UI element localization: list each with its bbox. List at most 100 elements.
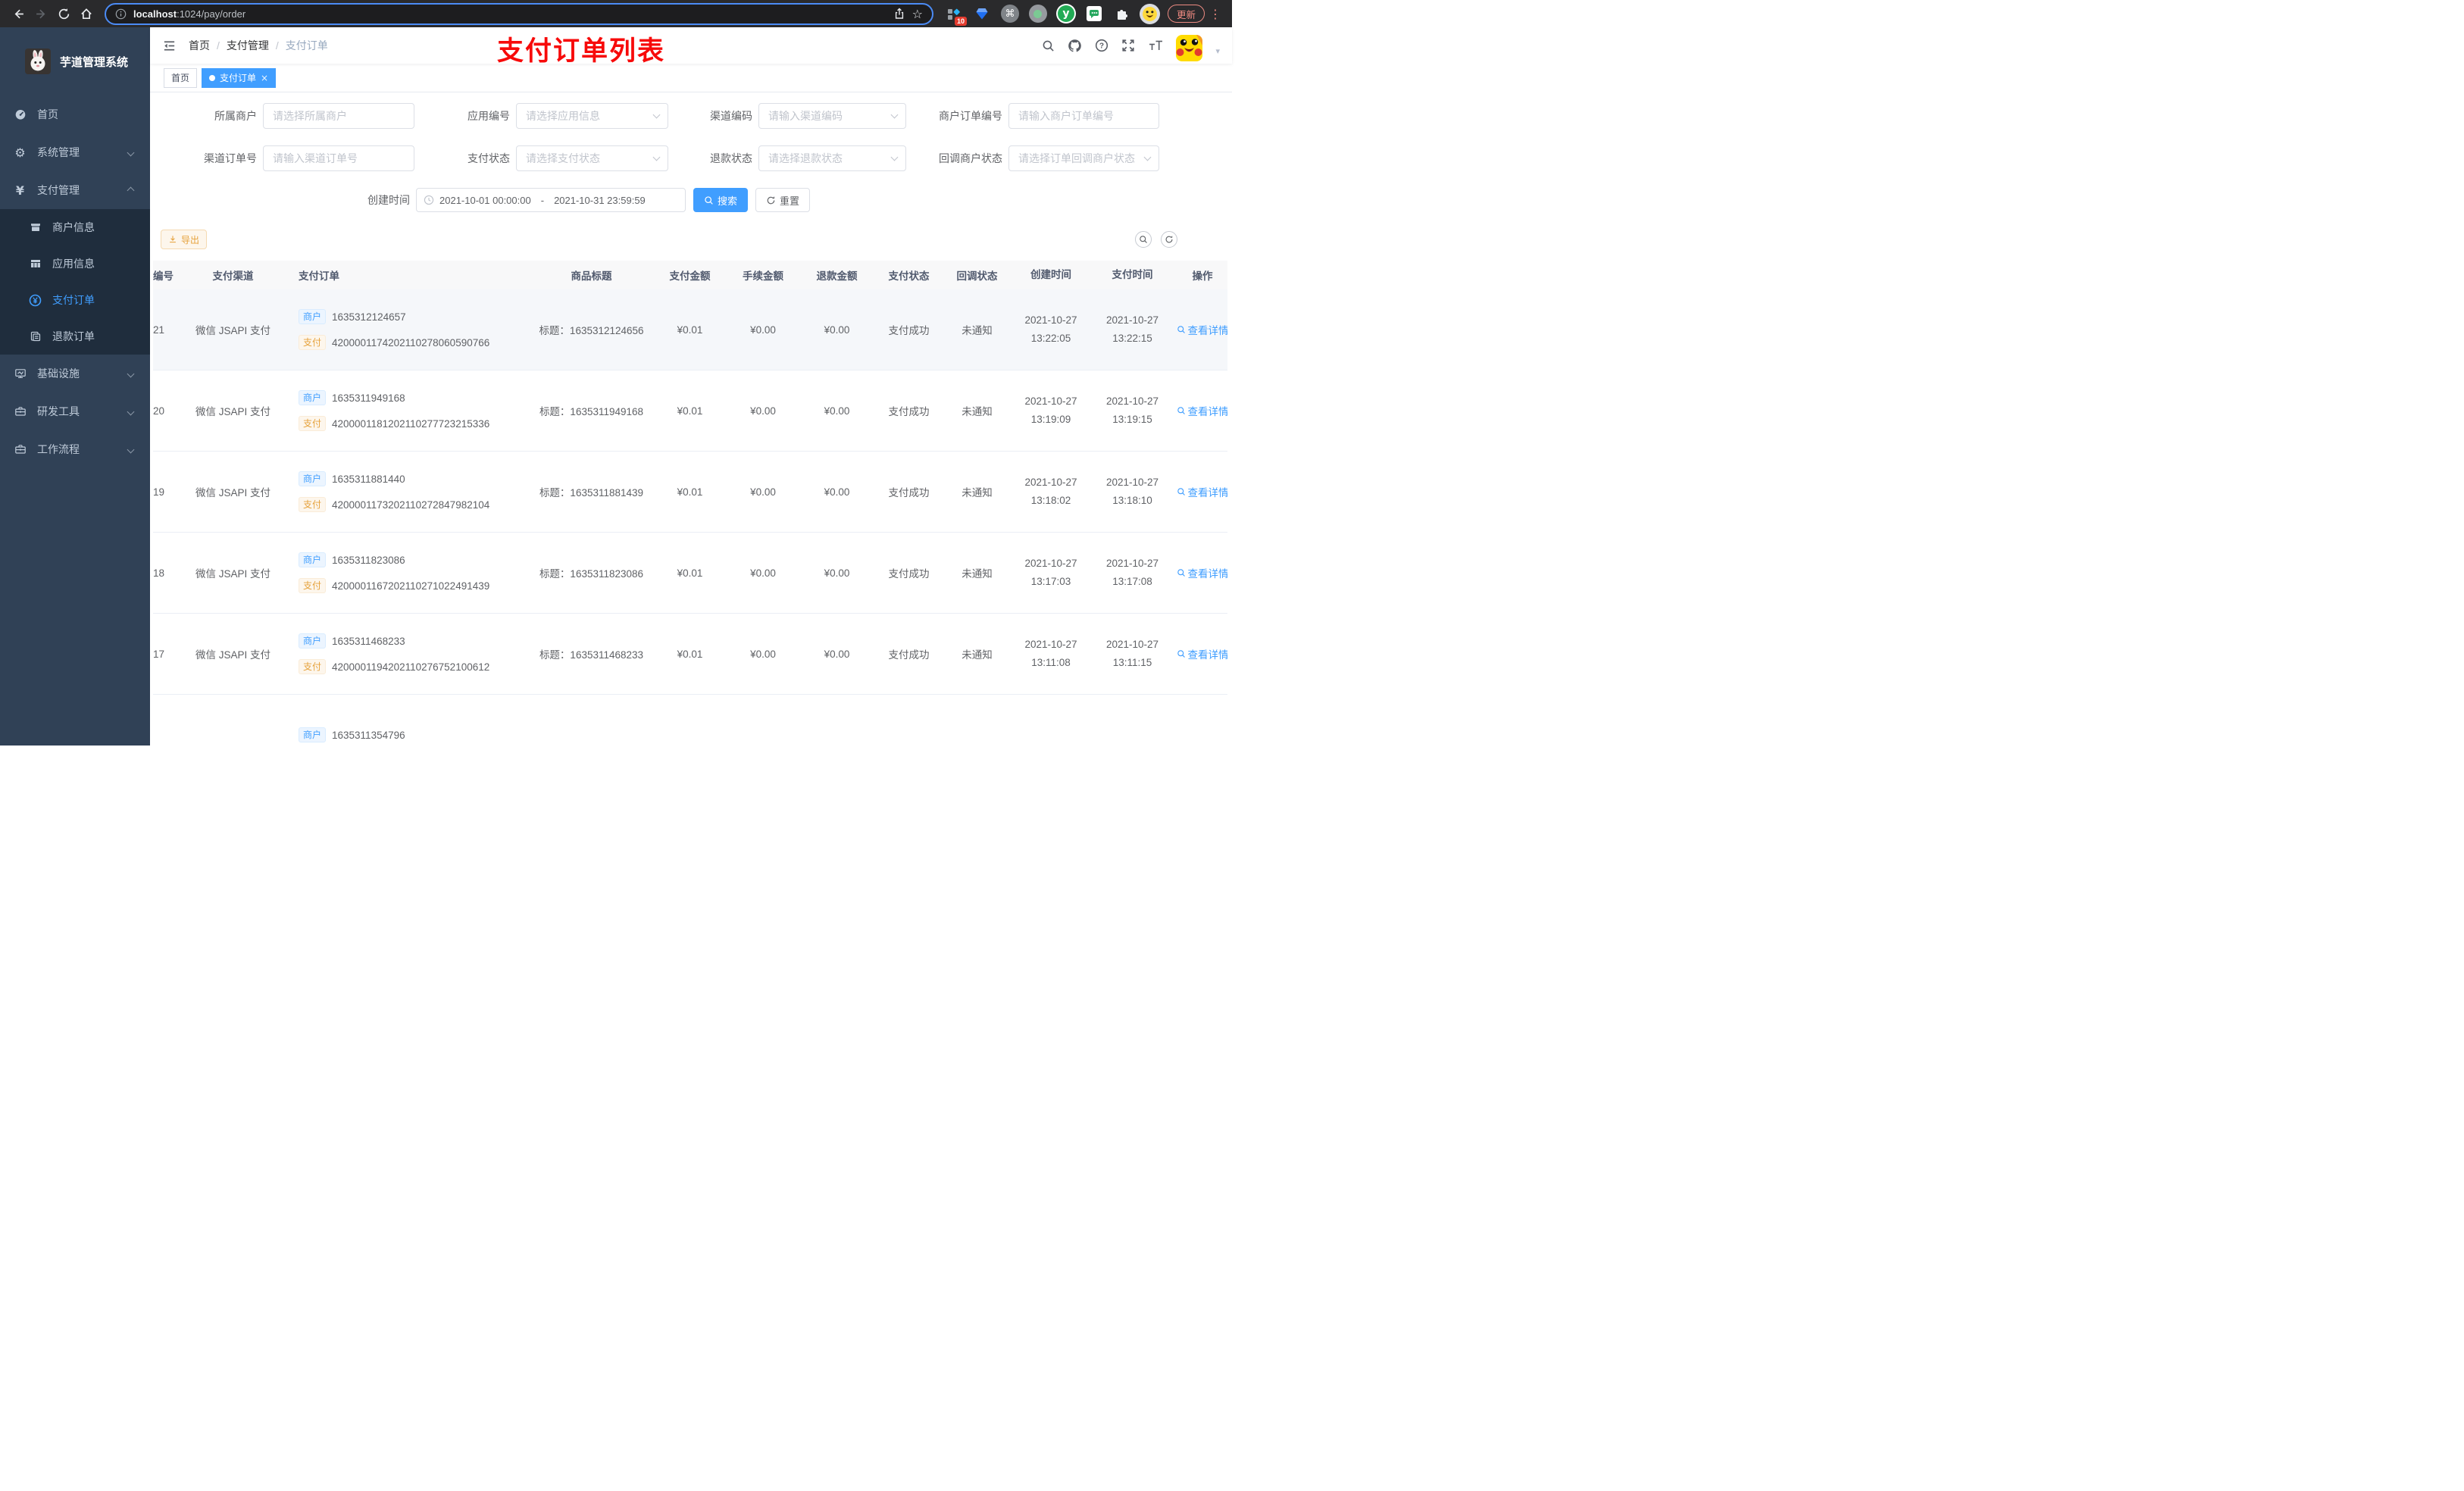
back-icon[interactable] — [8, 3, 29, 24]
recorder-extension-icon[interactable] — [1027, 2, 1049, 25]
help-icon[interactable]: ? — [1095, 39, 1108, 52]
top-navbar: 首页 / 支付管理 / 支付订单 ? ▾ — [150, 27, 1232, 64]
user-avatar[interactable] — [1176, 34, 1203, 61]
sidebar-item-merchant-info[interactable]: 商户信息 — [0, 209, 150, 245]
app-id-select[interactable] — [516, 103, 668, 129]
info-icon[interactable] — [115, 8, 127, 20]
cell-create-time: 2021-10-27 13:11:08 — [1024, 639, 1077, 668]
notify-status-select[interactable] — [1008, 145, 1159, 171]
cell-fee: ¥0.00 — [750, 486, 776, 498]
cell-notify-status: 未通知 — [962, 487, 993, 499]
browser-update-button[interactable]: 更新 — [1167, 5, 1205, 23]
cell-action: 查看详情 — [1172, 646, 1227, 661]
export-button[interactable]: 导出 — [161, 230, 208, 249]
table-toolbar: 导出 — [161, 230, 1232, 249]
fullscreen-icon[interactable] — [1121, 39, 1135, 52]
pay-order-no: 4200001181202110277723215336 — [332, 417, 490, 430]
sidebar-item-pay-order[interactable]: 支付订单 — [0, 282, 150, 318]
y-extension-icon[interactable]: y — [1055, 2, 1077, 25]
sidebar-item-workflow[interactable]: 工作流程 — [0, 430, 150, 468]
reset-button[interactable]: 重置 — [755, 188, 811, 212]
blocker-extension-icon[interactable]: 10 — [943, 2, 967, 26]
cell-amount: ¥0.01 — [677, 405, 703, 417]
merchant-order-no: 1635311949168 — [332, 392, 405, 404]
cell-create-time: 2021-10-27 13:17:03 — [1024, 558, 1077, 587]
search-icon[interactable] — [1042, 39, 1055, 52]
emoji-profile-icon[interactable] — [1139, 2, 1162, 25]
sidebar-item-refund-order[interactable]: 退款订单 — [0, 318, 150, 355]
create-time-range-picker[interactable]: 2021-10-01 00:00:00 - 2021-10-31 23:59:5… — [416, 188, 686, 212]
view-detail-link[interactable]: 查看详情 — [1177, 646, 1227, 661]
cell-channel: 微信 JSAPI 支付 — [195, 649, 270, 661]
sidebar-item-system[interactable]: ⚙ 系统管理 — [0, 133, 150, 171]
tab-home[interactable]: 首页 — [164, 67, 198, 88]
cell-pay-order: 商户 1635311468233 支付 42000011942021102767… — [288, 633, 528, 674]
breadcrumb-home[interactable]: 首页 — [189, 38, 210, 53]
cell-create-time: 2021-10-27 13:19:09 — [1024, 395, 1077, 425]
bookmark-star-icon[interactable]: ☆ — [912, 7, 923, 21]
gem-extension-icon[interactable] — [971, 2, 993, 25]
view-detail-link[interactable]: 查看详情 — [1177, 403, 1227, 418]
cell-pay-order: 商户 1635311354796 支付 — [288, 727, 528, 742]
forward-icon[interactable] — [30, 3, 52, 24]
table-body: 21 微信 JSAPI 支付 商户 1635312124657 支付 42000… — [153, 289, 1227, 746]
date-end: 2021-10-31 23:59:59 — [554, 194, 646, 206]
cell-action: 查看详情 — [1172, 322, 1227, 337]
cell-pay-status: 支付成功 — [888, 406, 930, 417]
share-icon[interactable] — [893, 8, 905, 20]
refund-status-select[interactable] — [758, 145, 906, 171]
pay-tag: 支付 — [299, 335, 327, 350]
chat-extension-icon[interactable] — [1083, 2, 1105, 25]
pay-status-select[interactable] — [516, 145, 668, 171]
github-icon[interactable] — [1068, 39, 1082, 53]
cell-title: 标题：1635312124656 — [539, 325, 644, 336]
cell-pay-status: 支付成功 — [888, 568, 930, 580]
breadcrumb-payment[interactable]: 支付管理 — [227, 38, 269, 53]
collapse-sidebar-icon[interactable] — [162, 39, 177, 53]
table-row: 17 微信 JSAPI 支付 商户 1635311468233 支付 42000… — [153, 614, 1227, 695]
merchant-order-no-input[interactable] — [1008, 103, 1159, 129]
column-header: 退款金额 — [816, 270, 858, 282]
cell-notify-status: 未通知 — [962, 325, 993, 336]
cell-fee: ¥0.00 — [750, 324, 776, 336]
merchant-order-no: 1635312124657 — [332, 311, 406, 323]
merchant-order-no: 1635311881440 — [332, 473, 405, 485]
refresh-icon[interactable] — [1161, 231, 1177, 248]
search-button[interactable]: 搜索 — [693, 188, 749, 212]
sidebar-item-infrastructure[interactable]: 基础设施 — [0, 355, 150, 392]
home-icon[interactable] — [76, 3, 97, 24]
pay-tag: 支付 — [299, 578, 327, 593]
sidebar-item-payment[interactable]: ¥ 支付管理 — [0, 171, 150, 209]
puzzle-extensions-icon[interactable] — [1111, 2, 1134, 25]
briefcase-icon — [14, 443, 27, 455]
view-detail-link[interactable]: 查看详情 — [1177, 322, 1227, 337]
reload-icon[interactable] — [53, 3, 74, 24]
pay-tag: 支付 — [299, 659, 327, 674]
filter-row-2: 渠道订单号 支付状态 退款状态 回调商户状态 — [153, 145, 1232, 171]
command-extension-icon[interactable]: ⌘ — [999, 2, 1021, 25]
font-size-icon[interactable] — [1148, 39, 1163, 52]
hide-search-icon[interactable] — [1135, 231, 1152, 248]
sidebar-item-dev-tools[interactable]: 研发工具 — [0, 392, 150, 430]
table-row: 商户 1635311354796 支付 — [153, 695, 1227, 746]
browser-menu-icon[interactable]: ⋮ — [1206, 7, 1224, 21]
tab-close-icon[interactable]: × — [261, 73, 268, 83]
cell-pay-time: 2021-10-27 13:17:08 — [1105, 558, 1159, 587]
channel-code-select[interactable] — [758, 103, 906, 129]
grid-table-icon — [29, 258, 42, 270]
view-detail-link[interactable]: 查看详情 — [1177, 565, 1227, 580]
sidebar-item-app-info[interactable]: 应用信息 — [0, 245, 150, 282]
cell-action: 查看详情 — [1172, 484, 1227, 499]
sidebar-item-home[interactable]: 首页 — [0, 95, 150, 133]
merchant-select-input[interactable] — [263, 103, 414, 129]
cell-pay-time: 2021-10-27 13:11:15 — [1105, 639, 1159, 668]
channel-order-no-input[interactable] — [263, 145, 414, 171]
tab-pay-order[interactable]: 支付订单 × — [202, 67, 277, 88]
url-bar[interactable]: localhost:1024/pay/order ☆ — [105, 2, 933, 25]
avatar-caret-icon[interactable]: ▾ — [1215, 46, 1220, 56]
column-header: 商品标题 — [571, 270, 612, 282]
view-detail-link[interactable]: 查看详情 — [1177, 484, 1227, 499]
date-separator: - — [540, 194, 545, 206]
column-header: 创建时间 — [1030, 269, 1071, 280]
filter-row-1: 所属商户 应用编号 渠道编码 商户订单编号 — [153, 103, 1232, 129]
